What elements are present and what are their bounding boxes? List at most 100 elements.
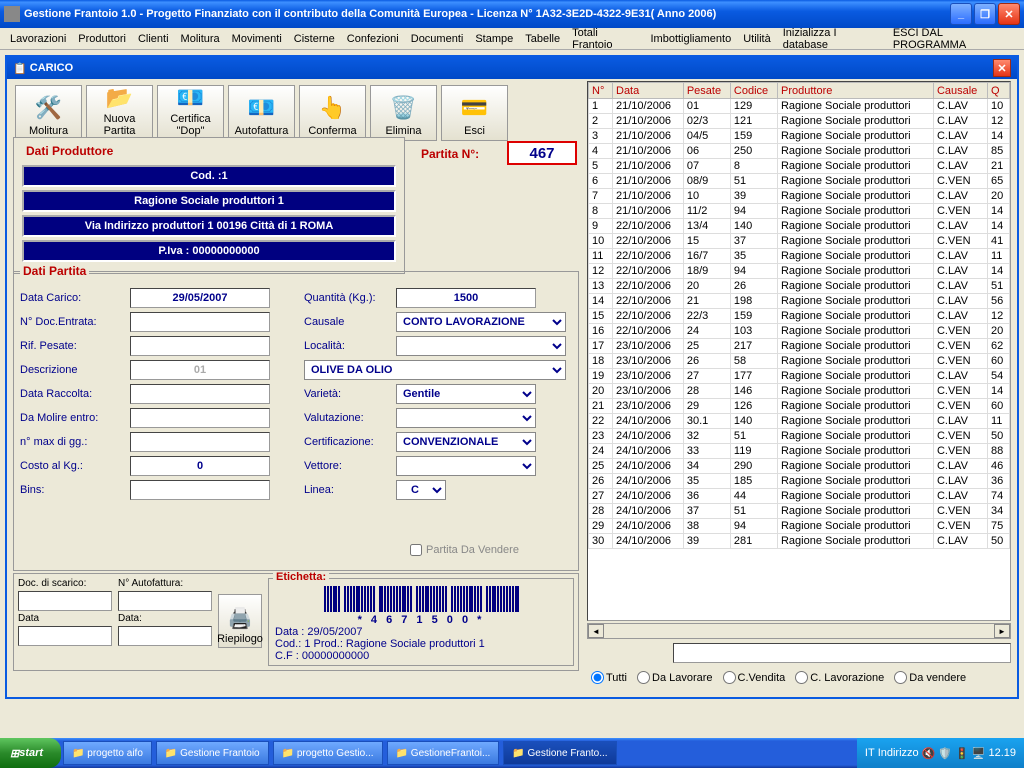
descr-input[interactable] xyxy=(130,360,270,380)
toolbar-button[interactable]: 🗑️Elimina xyxy=(370,85,437,141)
lang-indicator[interactable]: IT xyxy=(865,747,875,759)
menu-item[interactable]: Stampe xyxy=(469,31,519,47)
menu-item[interactable]: Totali Frantoio xyxy=(566,25,644,53)
table-row[interactable]: 521/10/2006078Ragione Sociale produttori… xyxy=(589,159,1010,174)
table-row[interactable]: 1622/10/200624103Ragione Sociale produtt… xyxy=(589,324,1010,339)
grid-header[interactable]: Q xyxy=(987,83,1009,99)
data-grid[interactable]: N°DataPesateCodiceProduttoreCausaleQ121/… xyxy=(587,81,1011,621)
filter-radio[interactable]: Tutti xyxy=(591,671,627,684)
valut-select[interactable] xyxy=(396,408,536,428)
data-carico-input[interactable] xyxy=(130,288,270,308)
scroll-right-button[interactable]: ► xyxy=(994,624,1010,638)
nmax-input[interactable] xyxy=(130,432,270,452)
table-row[interactable]: 2123/10/200629126Ragione Sociale produtt… xyxy=(589,399,1010,414)
grid-header[interactable]: N° xyxy=(589,83,613,99)
menu-item[interactable]: ESCI DAL PROGRAMMA xyxy=(887,25,1020,53)
filter-radio[interactable]: C.Vendita xyxy=(723,671,786,684)
table-row[interactable]: 321/10/200604/5159Ragione Sociale produt… xyxy=(589,129,1010,144)
costo-input[interactable] xyxy=(130,456,270,476)
toolbar-button[interactable]: 💳Esci xyxy=(441,85,508,141)
tray-icon[interactable]: 🚦 xyxy=(955,747,969,760)
menu-item[interactable]: Lavorazioni xyxy=(4,31,72,47)
ndoc-input[interactable] xyxy=(130,312,270,332)
table-row[interactable]: 1422/10/200621198Ragione Sociale produtt… xyxy=(589,294,1010,309)
localita-select[interactable] xyxy=(396,336,566,356)
table-row[interactable]: 1122/10/200616/735Ragione Sociale produt… xyxy=(589,249,1010,264)
nauto-input[interactable] xyxy=(118,591,212,611)
data2-input[interactable] xyxy=(118,626,212,646)
tray-icon[interactable]: 🔇 xyxy=(922,747,936,760)
vettore-select[interactable] xyxy=(396,456,536,476)
start-button[interactable]: ⊞ start xyxy=(0,738,61,768)
table-row[interactable]: 421/10/200606250Ragione Sociale produtto… xyxy=(589,144,1010,159)
minimize-button[interactable]: _ xyxy=(950,3,972,25)
menu-item[interactable]: Movimenti xyxy=(226,31,288,47)
linea-select[interactable]: C xyxy=(396,480,446,500)
doc-scarico-input[interactable] xyxy=(18,591,112,611)
grid-header[interactable]: Data xyxy=(613,83,684,99)
table-row[interactable]: 2824/10/20063751Ragione Sociale produtto… xyxy=(589,504,1010,519)
taskbar-button[interactable]: 📁 Gestione Franto... xyxy=(503,741,616,765)
raccolta-input[interactable] xyxy=(130,384,270,404)
varieta-select[interactable]: Gentile xyxy=(396,384,536,404)
cert-select[interactable]: CONVENZIONALE xyxy=(396,432,536,452)
table-row[interactable]: 721/10/20061039Ragione Sociale produttor… xyxy=(589,189,1010,204)
grid-header[interactable]: Produttore xyxy=(777,83,933,99)
table-row[interactable]: 2224/10/200630.1140Ragione Sociale produ… xyxy=(589,414,1010,429)
toolbar-button[interactable]: 📂Nuova Partita xyxy=(86,85,153,141)
table-row[interactable]: 2724/10/20063644Ragione Sociale produtto… xyxy=(589,489,1010,504)
table-row[interactable]: 121/10/200601129Ragione Sociale produtto… xyxy=(589,99,1010,114)
menu-item[interactable]: Utilità xyxy=(737,31,777,47)
system-tray[interactable]: IT Indirizzo 🔇 🛡️ 🚦 🖥️ 12.19 xyxy=(857,738,1024,768)
grid-header[interactable]: Codice xyxy=(730,83,777,99)
molire-input[interactable] xyxy=(130,408,270,428)
child-close-button[interactable]: ✕ xyxy=(993,59,1011,77)
table-row[interactable]: 1222/10/200618/994Ragione Sociale produt… xyxy=(589,264,1010,279)
vendere-checkbox[interactable] xyxy=(410,544,422,556)
menu-item[interactable]: Inizializza I database xyxy=(777,25,887,53)
filter-radio[interactable]: Da Lavorare xyxy=(637,671,713,684)
menu-item[interactable]: Molitura xyxy=(175,31,226,47)
grid-header[interactable]: Causale xyxy=(933,83,987,99)
taskbar-button[interactable]: 📁 progetto aifo xyxy=(63,741,152,765)
menu-item[interactable]: Confezioni xyxy=(341,31,405,47)
filter-radio[interactable]: Da vendere xyxy=(894,671,966,684)
table-row[interactable]: 2524/10/200634290Ragione Sociale produtt… xyxy=(589,459,1010,474)
table-row[interactable]: 1723/10/200625217Ragione Sociale produtt… xyxy=(589,339,1010,354)
table-row[interactable]: 221/10/200602/3121Ragione Sociale produt… xyxy=(589,114,1010,129)
taskbar-button[interactable]: 📁 GestioneFrantoi... xyxy=(387,741,500,765)
table-row[interactable]: 922/10/200613/4140Ragione Sociale produt… xyxy=(589,219,1010,234)
grid-header[interactable]: Pesate xyxy=(683,83,730,99)
grid-hscroll[interactable]: ◄ ► xyxy=(587,623,1011,639)
table-row[interactable]: 2324/10/20063251Ragione Sociale produtto… xyxy=(589,429,1010,444)
toolbar-button[interactable]: 👆Conferma xyxy=(299,85,366,141)
menu-item[interactable]: Produttori xyxy=(72,31,132,47)
tray-icon[interactable]: 🛡️ xyxy=(938,747,952,760)
table-row[interactable]: 3024/10/200639281Ragione Sociale produtt… xyxy=(589,534,1010,549)
causale-select[interactable]: CONTO LAVORAZIONE xyxy=(396,312,566,332)
menu-item[interactable]: Tabelle xyxy=(519,31,566,47)
riepilogo-button[interactable]: 🖨️Riepilogo xyxy=(218,594,262,648)
table-row[interactable]: 2023/10/200628146Ragione Sociale produtt… xyxy=(589,384,1010,399)
menu-item[interactable]: Cisterne xyxy=(288,31,341,47)
rif-input[interactable] xyxy=(130,336,270,356)
table-row[interactable]: 2624/10/200635185Ragione Sociale produtt… xyxy=(589,474,1010,489)
clock[interactable]: 12.19 xyxy=(988,747,1016,759)
taskbar-button[interactable]: 📁 progetto Gestio... xyxy=(273,741,383,765)
menu-item[interactable]: Imbottigliamento xyxy=(644,31,737,47)
table-row[interactable]: 821/10/200611/294Ragione Sociale produtt… xyxy=(589,204,1010,219)
table-row[interactable]: 1022/10/20061537Ragione Sociale produtto… xyxy=(589,234,1010,249)
toolbar-button[interactable]: 🛠️Molitura xyxy=(15,85,82,141)
toolbar-button[interactable]: 💶Certifica "Dop" xyxy=(157,85,224,141)
bins-input[interactable] xyxy=(130,480,270,500)
tipo-select[interactable]: OLIVE DA OLIO xyxy=(304,360,566,380)
taskbar-button[interactable]: 📁 Gestione Frantoio xyxy=(156,741,269,765)
table-row[interactable]: 1522/10/200622/3159Ragione Sociale produ… xyxy=(589,309,1010,324)
table-row[interactable]: 1322/10/20062026Ragione Sociale produtto… xyxy=(589,279,1010,294)
filter-radio[interactable]: C. Lavorazione xyxy=(795,671,884,684)
table-row[interactable]: 1923/10/200627177Ragione Sociale produtt… xyxy=(589,369,1010,384)
menu-item[interactable]: Documenti xyxy=(405,31,470,47)
menu-item[interactable]: Clienti xyxy=(132,31,175,47)
tray-icon[interactable]: 🖥️ xyxy=(972,747,986,760)
maximize-button[interactable]: ❐ xyxy=(974,3,996,25)
